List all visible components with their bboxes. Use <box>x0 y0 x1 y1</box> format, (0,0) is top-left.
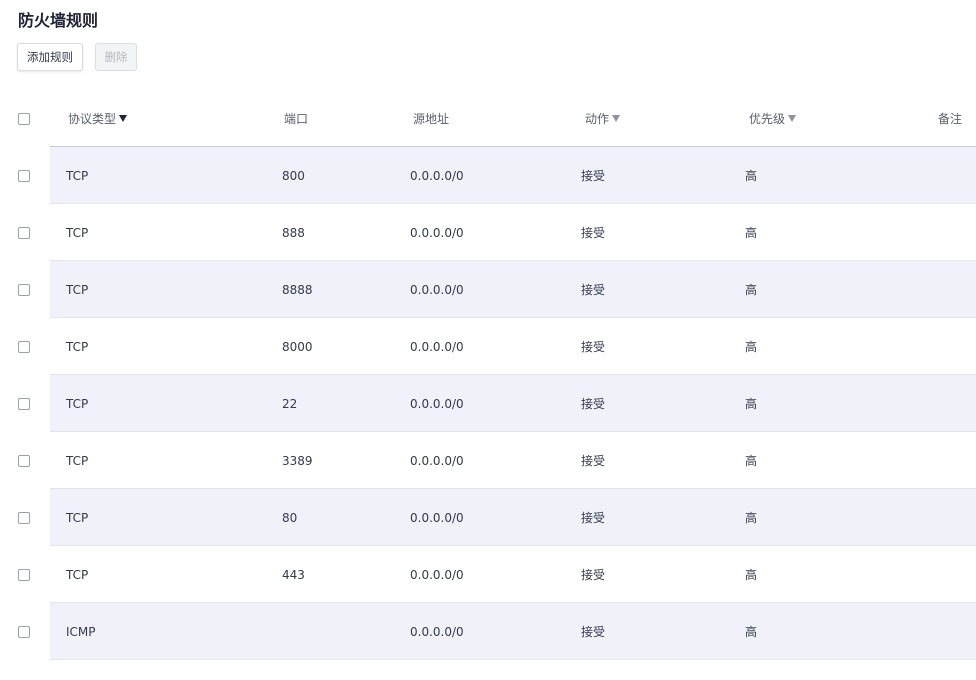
table-row[interactable]: TCP 8888 0.0.0.0/0 接受 高 <box>0 261 976 318</box>
row-checkbox[interactable] <box>18 284 30 296</box>
cell-priority: 高 <box>745 169 758 183</box>
add-rule-button[interactable]: 添加规则 <box>17 43 83 71</box>
cell-priority: 高 <box>745 511 758 525</box>
column-header-protocol-label: 协议类型 <box>68 112 117 126</box>
row-checkbox[interactable] <box>18 170 30 182</box>
cell-action: 接受 <box>581 511 606 525</box>
cell-action: 接受 <box>581 625 606 639</box>
cell-protocol: ICMP <box>66 624 96 639</box>
cell-priority: 高 <box>745 283 758 297</box>
row-checkbox[interactable] <box>18 626 30 638</box>
cell-source: 0.0.0.0/0 <box>410 282 464 297</box>
filter-icon[interactable] <box>788 115 797 122</box>
row-checkbox[interactable] <box>18 341 30 353</box>
cell-action: 接受 <box>581 340 606 354</box>
filter-icon[interactable] <box>612 115 621 122</box>
cell-port: 8888 <box>282 282 313 297</box>
table-row[interactable]: TCP 443 0.0.0.0/0 接受 高 <box>0 546 976 603</box>
cell-protocol: TCP <box>66 282 89 297</box>
table-row[interactable]: TCP 888 0.0.0.0/0 接受 高 <box>0 204 976 261</box>
cell-priority: 高 <box>745 340 758 354</box>
table-row[interactable]: TCP 3389 0.0.0.0/0 接受 高 <box>0 432 976 489</box>
cell-source: 0.0.0.0/0 <box>410 510 464 525</box>
cell-protocol: TCP <box>66 339 89 354</box>
cell-port: 443 <box>282 567 305 582</box>
table-row[interactable]: TCP 80 0.0.0.0/0 接受 高 <box>0 489 976 546</box>
table-body: TCP 800 0.0.0.0/0 接受 高 TCP 888 0.0.0.0/0… <box>0 147 976 660</box>
cell-protocol: TCP <box>66 225 89 240</box>
row-checkbox[interactable] <box>18 569 30 581</box>
cell-source: 0.0.0.0/0 <box>410 567 464 582</box>
cell-protocol: TCP <box>66 453 89 468</box>
cell-protocol: TCP <box>66 510 89 525</box>
column-header-priority-label: 优先级 <box>749 112 786 126</box>
delete-button[interactable]: 删除 <box>95 43 137 71</box>
column-header-action[interactable]: 动作 <box>585 90 621 147</box>
cell-action: 接受 <box>581 397 606 411</box>
cell-port: 888 <box>282 225 305 240</box>
cell-priority: 高 <box>745 454 758 468</box>
cell-source: 0.0.0.0/0 <box>410 396 464 411</box>
cell-priority: 高 <box>745 397 758 411</box>
firewall-rules-page: 防火墙规则 添加规则 删除 协议类型 端口 源地址 动作 优先级 备注 TCP … <box>0 0 976 680</box>
rules-table: 协议类型 端口 源地址 动作 优先级 备注 TCP 800 0.0.0.0/0 … <box>0 90 976 660</box>
filter-icon[interactable] <box>119 115 128 122</box>
column-header-priority[interactable]: 优先级 <box>749 90 797 147</box>
cell-priority: 高 <box>745 226 758 240</box>
row-checkbox[interactable] <box>18 455 30 467</box>
row-checkbox[interactable] <box>18 398 30 410</box>
column-header-protocol[interactable]: 协议类型 <box>68 90 128 147</box>
table-header-row: 协议类型 端口 源地址 动作 优先级 备注 <box>0 90 976 147</box>
cell-source: 0.0.0.0/0 <box>410 168 464 183</box>
column-header-port: 端口 <box>284 112 309 126</box>
cell-port: 80 <box>282 510 298 525</box>
cell-port: 22 <box>282 396 298 411</box>
column-header-source: 源地址 <box>413 112 450 126</box>
table-row[interactable]: TCP 8000 0.0.0.0/0 接受 高 <box>0 318 976 375</box>
select-all-checkbox[interactable] <box>18 113 30 125</box>
row-checkbox[interactable] <box>18 227 30 239</box>
cell-action: 接受 <box>581 454 606 468</box>
cell-source: 0.0.0.0/0 <box>410 624 464 639</box>
cell-source: 0.0.0.0/0 <box>410 453 464 468</box>
toolbar: 添加规则 删除 <box>17 43 137 71</box>
page-title: 防火墙规则 <box>18 11 99 30</box>
cell-source: 0.0.0.0/0 <box>410 339 464 354</box>
row-checkbox[interactable] <box>18 512 30 524</box>
cell-port: 3389 <box>282 453 313 468</box>
cell-action: 接受 <box>581 568 606 582</box>
table-row[interactable]: ICMP 0.0.0.0/0 接受 高 <box>0 603 976 660</box>
cell-protocol: TCP <box>66 567 89 582</box>
cell-protocol: TCP <box>66 168 89 183</box>
table-row[interactable]: TCP 22 0.0.0.0/0 接受 高 <box>0 375 976 432</box>
cell-protocol: TCP <box>66 396 89 411</box>
cell-action: 接受 <box>581 169 606 183</box>
cell-port: 800 <box>282 168 305 183</box>
cell-port: 8000 <box>282 339 313 354</box>
column-header-note: 备注 <box>938 112 963 126</box>
cell-source: 0.0.0.0/0 <box>410 225 464 240</box>
column-header-action-label: 动作 <box>585 112 610 126</box>
cell-priority: 高 <box>745 625 758 639</box>
cell-action: 接受 <box>581 283 606 297</box>
table-row[interactable]: TCP 800 0.0.0.0/0 接受 高 <box>0 147 976 204</box>
cell-priority: 高 <box>745 568 758 582</box>
cell-action: 接受 <box>581 226 606 240</box>
